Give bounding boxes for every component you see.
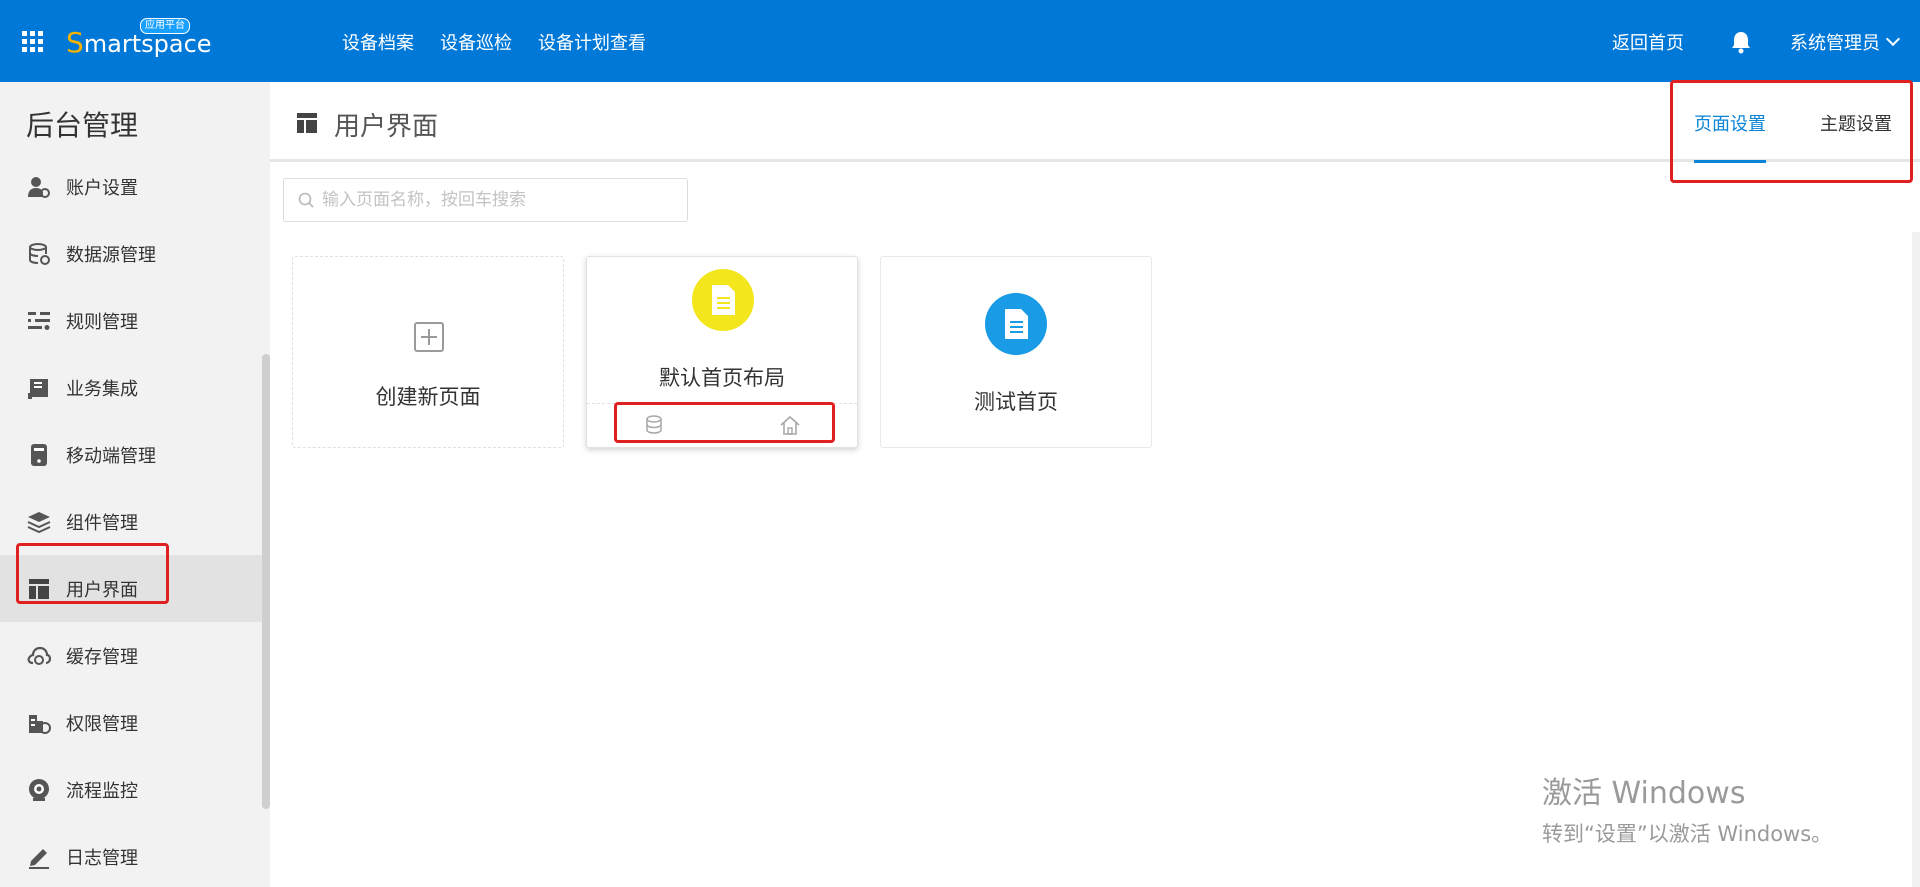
sidebar-item-label: 组件管理 [66, 512, 138, 534]
sidebar-item-label: 用户界面 [66, 579, 138, 601]
permission-icon [26, 710, 52, 736]
pen-icon [26, 844, 52, 870]
plus-icon [413, 321, 445, 353]
sidebar-item-components[interactable]: 组件管理 [0, 488, 262, 555]
sidebar-item-rules[interactable]: 规则管理 [0, 287, 262, 354]
top-bar: Smartspace 应用平台 设备档案 设备巡检 设备计划查看 返回首页 系统… [0, 0, 1920, 82]
watermark-subtitle: 转到“设置”以激活 Windows。 [1542, 822, 1833, 846]
bell-icon[interactable] [1730, 30, 1752, 54]
sidebar-item-label: 规则管理 [66, 311, 138, 333]
sliders-icon [26, 308, 52, 334]
watermark-title: 激活 Windows [1542, 776, 1746, 811]
search-icon [298, 192, 314, 208]
sidebar-item-permissions[interactable]: 权限管理 [0, 689, 262, 756]
camera-icon [26, 777, 52, 803]
top-nav: 设备档案 设备巡检 设备计划查看 [342, 29, 646, 55]
sidebar-item-process-monitor[interactable]: 流程监控 [0, 756, 262, 823]
account-settings-icon [26, 174, 52, 200]
document-icon [985, 293, 1047, 355]
nav-device-inspection[interactable]: 设备巡检 [440, 29, 512, 55]
sidebar-item-label: 流程监控 [66, 780, 138, 802]
cloud-icon [26, 643, 52, 669]
page-title: 用户界面 [334, 112, 439, 142]
card-label: 创建新页面 [375, 385, 481, 409]
apps-grid-icon[interactable] [22, 31, 43, 52]
logo-badge: 应用平台 [140, 18, 190, 34]
sidebar-item-datasource[interactable]: 数据源管理 [0, 220, 262, 287]
layout-icon [296, 112, 318, 134]
search-input[interactable] [322, 190, 682, 210]
sidebar: 后台管理 账户设置 数据源管理 规则管理 业务集成 移动端管理 组件管理 用户界… [0, 82, 270, 887]
user-menu[interactable]: 系统管理员 [1790, 29, 1901, 55]
sidebar-item-logs[interactable]: 日志管理 [0, 823, 262, 887]
database-icon[interactable] [643, 414, 665, 436]
create-page-card[interactable]: 创建新页面 [292, 256, 564, 448]
database-icon [26, 241, 52, 267]
card-actions [587, 403, 857, 447]
book-icon [26, 375, 52, 401]
top-right: 返回首页 系统管理员 [1612, 29, 1920, 55]
card-label: 测试首页 [974, 390, 1058, 414]
tab-theme-settings[interactable]: 主题设置 [1820, 110, 1892, 163]
sidebar-item-label: 移动端管理 [66, 445, 156, 467]
page-card-default-home[interactable]: 默认首页布局 [586, 256, 858, 448]
sidebar-item-label: 账户设置 [66, 178, 138, 199]
main-content: 用户界面 页面设置 主题设置 创建新页面 默认首页布局 [270, 82, 1920, 887]
windows-activation-watermark: 激活 Windows 转到“设置”以激活 Windows。 [1542, 768, 1832, 848]
nav-device-archive[interactable]: 设备档案 [342, 29, 414, 55]
user-name: 系统管理员 [1790, 33, 1880, 54]
sidebar-item-label: 业务集成 [66, 378, 138, 400]
mobile-icon [26, 442, 52, 468]
home-link[interactable]: 返回首页 [1612, 29, 1684, 55]
home-icon[interactable] [779, 414, 801, 436]
tabs: 页面设置 主题设置 [1694, 110, 1892, 163]
sidebar-item-account[interactable]: 账户设置 [0, 168, 262, 220]
logo-prefix: S [66, 26, 84, 59]
card-label: 默认首页布局 [659, 366, 785, 390]
sidebar-item-label: 缓存管理 [66, 646, 138, 668]
page-header: 用户界面 页面设置 主题设置 [270, 82, 1920, 163]
page-card-test-home[interactable]: 测试首页 [880, 256, 1152, 448]
sidebar-title: 后台管理 [26, 109, 139, 142]
sidebar-item-mobile[interactable]: 移动端管理 [0, 421, 262, 488]
main-scrollbar[interactable] [1912, 232, 1920, 887]
search-box [283, 178, 688, 222]
sidebar-scrollbar[interactable] [262, 354, 270, 809]
nav-device-plan[interactable]: 设备计划查看 [538, 29, 646, 55]
sidebar-item-user-interface[interactable]: 用户界面 [0, 555, 262, 622]
logo[interactable]: Smartspace [66, 26, 212, 59]
logo-text: martspace [83, 30, 212, 58]
tab-page-settings[interactable]: 页面设置 [1694, 110, 1766, 163]
layout-icon [26, 576, 52, 602]
sidebar-item-cache[interactable]: 缓存管理 [0, 622, 262, 689]
sidebar-item-label: 权限管理 [66, 713, 138, 735]
sidebar-item-label: 日志管理 [66, 847, 138, 869]
layers-icon [26, 509, 52, 535]
sidebar-item-label: 数据源管理 [66, 244, 156, 266]
chevron-down-icon [1885, 31, 1901, 47]
document-icon [692, 269, 754, 331]
sidebar-item-integration[interactable]: 业务集成 [0, 354, 262, 421]
